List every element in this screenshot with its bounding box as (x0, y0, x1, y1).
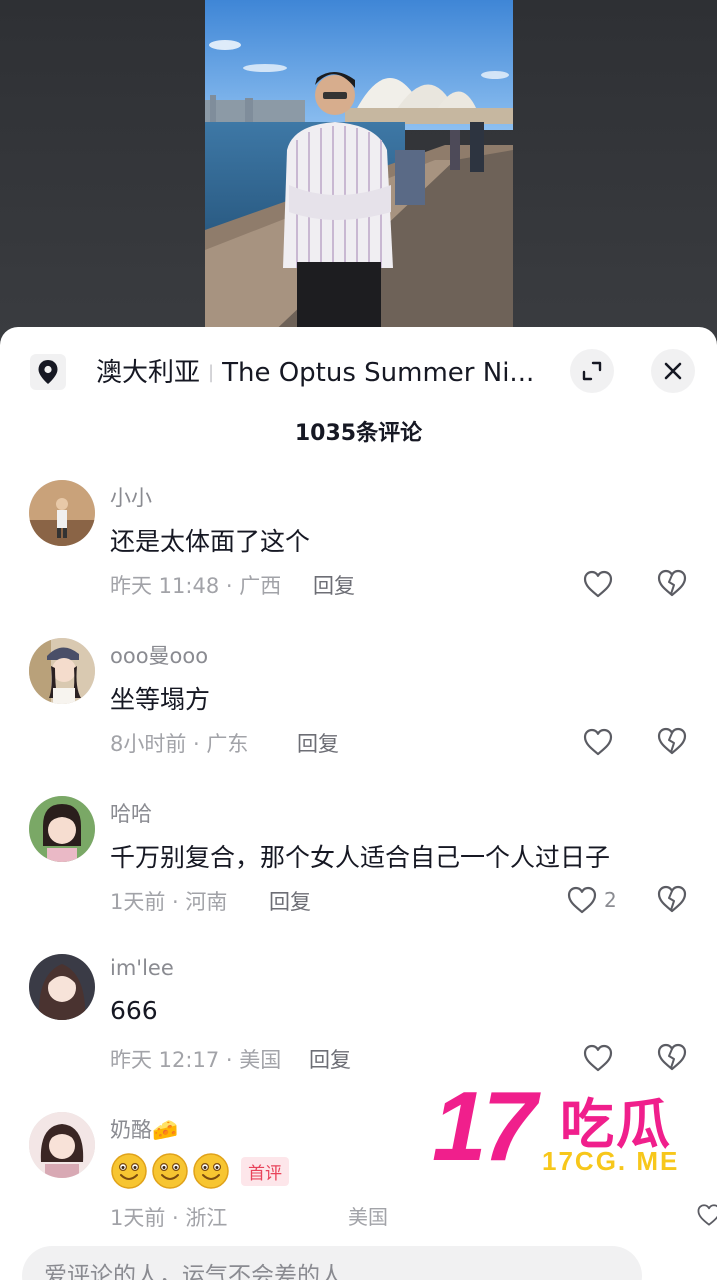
heart-icon (583, 728, 613, 756)
reply-button[interactable]: 回复 (313, 570, 355, 600)
broken-heart-icon (657, 1043, 687, 1071)
broken-heart-icon (657, 727, 687, 755)
dislike-button[interactable] (656, 568, 688, 600)
like-button[interactable] (582, 1042, 620, 1074)
like-button[interactable]: 2 (566, 884, 617, 916)
sheet-header: 澳大利亚 | The Optus Summer Ni... 1035条评论 (0, 327, 717, 446)
like-button[interactable] (582, 726, 620, 758)
watermark-site: 17CG. ME (542, 1146, 680, 1176)
close-button[interactable] (651, 349, 695, 393)
dislike-button[interactable] (656, 726, 688, 758)
smile-emoji-icon (152, 1153, 188, 1189)
comment-username[interactable]: 奶酪🧀 (110, 1114, 178, 1144)
broken-heart-icon (657, 569, 687, 597)
heart-icon[interactable] (696, 1201, 717, 1229)
heart-icon (567, 886, 597, 914)
close-icon (664, 362, 682, 380)
comment-meta: 1天前 · 河南 (110, 890, 228, 914)
first-comment-badge: 首评 (241, 1156, 289, 1186)
broken-heart-icon (657, 885, 687, 913)
comment-meta: 1天前 · 浙江 (110, 1206, 228, 1230)
like-button[interactable] (582, 568, 620, 600)
comment-meta: 昨天 11:48 · 广西 (110, 574, 282, 598)
like-count: 2 (604, 888, 617, 912)
video-frame-photo[interactable] (205, 0, 513, 340)
expand-button[interactable] (570, 349, 614, 393)
comment-username[interactable]: im'lee (110, 956, 174, 980)
avatar[interactable] (29, 954, 95, 1020)
video-background (0, 0, 717, 340)
reply-button[interactable]: 回复 (297, 728, 339, 758)
comment-text[interactable]: 666 (110, 996, 158, 1025)
comment-input[interactable]: 爱评论的人，运气不会差的人 (22, 1246, 642, 1280)
comment-username[interactable]: 哈哈 (110, 798, 152, 828)
comment-meta: 8小时前 · 广东 (110, 732, 249, 756)
dislike-button[interactable] (656, 884, 688, 916)
comment-item: ooo曼ooo 坐等塌方 8小时前 · 广东 回复 (0, 638, 717, 796)
watermark-number: 17 (432, 1071, 537, 1181)
location-pin-icon[interactable] (30, 354, 66, 390)
expand-icon (582, 361, 602, 381)
comment-username[interactable]: 小小 (110, 482, 152, 512)
avatar[interactable] (29, 796, 95, 862)
comment-text[interactable]: 坐等塌方 (110, 680, 210, 716)
comment-username[interactable]: ooo曼ooo (110, 640, 208, 670)
location-country: 澳大利亚 (96, 358, 201, 388)
comment-count-title: 1035条评论 (294, 421, 423, 446)
comment-region-partial: 美国 (348, 1205, 388, 1229)
avatar[interactable] (29, 638, 95, 704)
comment-text[interactable]: 千万别复合，那个女人适合自己一个人过日子 (110, 838, 610, 874)
avatar[interactable] (29, 1112, 95, 1178)
avatar[interactable] (29, 480, 95, 546)
location-divider: | (208, 362, 215, 383)
heart-icon (583, 570, 613, 598)
watermark-logo: 17 吃瓜 17CG. ME (432, 1076, 702, 1180)
reply-button[interactable]: 回复 (309, 1044, 351, 1074)
comment-meta: 昨天 12:17 · 美国 (110, 1048, 282, 1072)
reply-button[interactable]: 回复 (269, 886, 311, 916)
location-venue: The Optus Summer Ni... (222, 358, 535, 388)
location-link[interactable]: 澳大利亚 | The Optus Summer Ni... (96, 353, 536, 393)
comment-text[interactable]: 还是太体面了这个 (110, 522, 310, 558)
smile-emoji-icon (111, 1153, 147, 1189)
dislike-button[interactable] (656, 1042, 688, 1074)
heart-icon (583, 1044, 613, 1072)
comment-item: 哈哈 千万别复合，那个女人适合自己一个人过日子 1天前 · 河南 回复 2 (0, 796, 717, 954)
smile-emoji-icon (193, 1153, 229, 1189)
comment-emoji-row[interactable]: 首评 (110, 1152, 289, 1190)
comment-item: 小小 还是太体面了这个 昨天 11:48 · 广西 回复 (0, 480, 717, 638)
comment-input-bar: 爱评论的人，运气不会差的人 (0, 1236, 717, 1280)
